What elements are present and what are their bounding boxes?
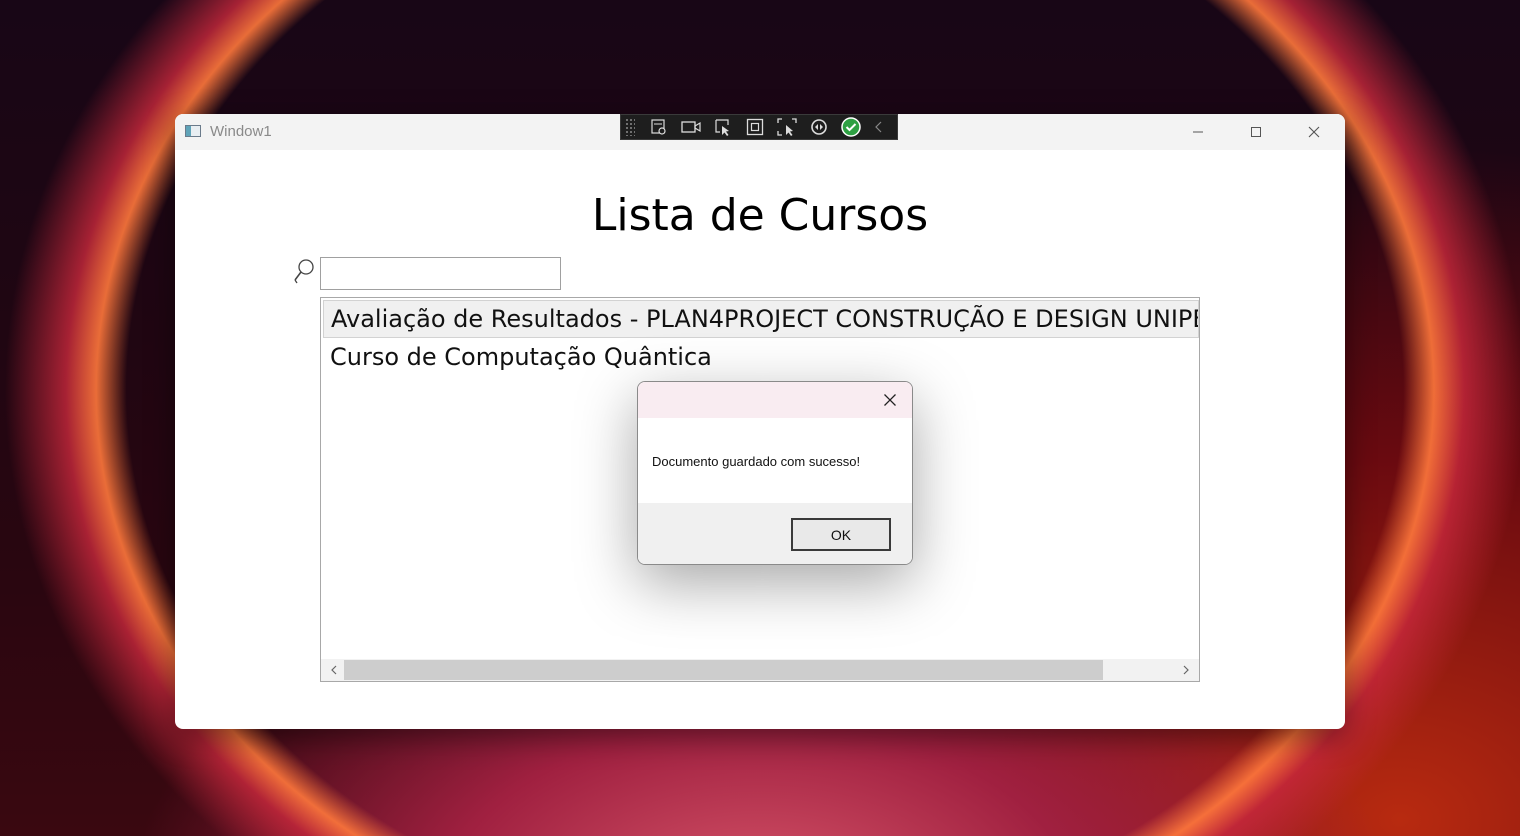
record-icon[interactable] [675,115,707,139]
binding-ok-icon[interactable] [835,115,867,139]
track-focus-icon[interactable] [771,115,803,139]
list-item[interactable]: Curso de Computação Quântica [323,338,1199,376]
chevron-right-icon [1183,665,1189,675]
scroll-thumb[interactable] [344,660,1103,680]
scroll-right-button[interactable] [1175,659,1197,681]
ok-button[interactable]: OK [791,518,891,551]
window-title: Window1 [210,123,272,140]
close-icon [884,394,896,406]
chevron-left-icon [331,665,337,675]
close-icon [1308,126,1320,138]
live-visual-tree-icon[interactable] [643,115,675,139]
scroll-left-button[interactable] [323,659,345,681]
collapse-icon[interactable] [867,115,891,139]
dialog-title-bar[interactable] [638,382,912,418]
maximize-icon [1251,127,1261,137]
hot-reload-icon[interactable] [803,115,835,139]
app-window-icon [185,125,201,137]
xaml-debug-toolbar[interactable] [620,114,898,140]
page-title: Lista de Cursos [591,190,929,241]
display-layout-adorners-icon[interactable] [739,115,771,139]
search-input[interactable] [320,257,561,290]
maximize-button[interactable] [1227,114,1285,150]
close-button[interactable] [1285,114,1343,150]
list-item[interactable]: Avaliação de Resultados - PLAN4PROJECT C… [323,300,1199,338]
dialog-message: Documento guardado com sucesso! [652,454,861,469]
minimize-icon [1193,131,1203,133]
select-element-icon[interactable] [707,115,739,139]
horizontal-scrollbar[interactable] [321,659,1199,681]
minimize-button[interactable] [1169,114,1227,150]
message-dialog: Documento guardado com sucesso! OK [637,381,913,565]
search-icon [293,258,315,291]
toolbar-grip-icon[interactable] [625,118,635,136]
dialog-footer: OK [638,503,912,564]
dialog-close-button[interactable] [872,382,908,418]
